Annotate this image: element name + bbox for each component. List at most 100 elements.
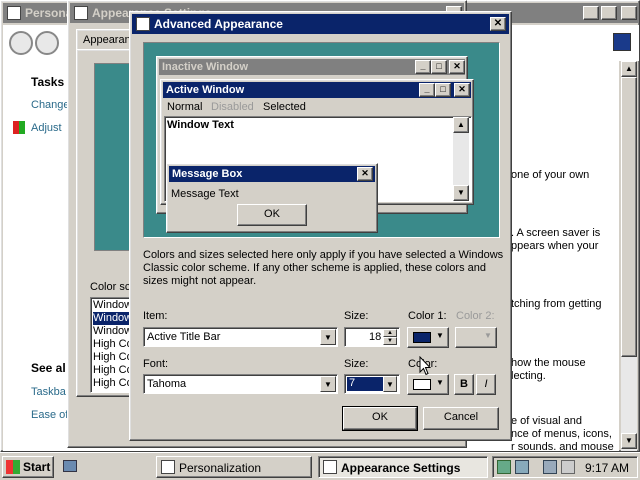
size-label: Size:: [344, 310, 369, 322]
preview-active-titlebar: Active Window _ □ ✕: [163, 82, 471, 98]
close-button[interactable]: ✕: [621, 6, 637, 20]
minimize-button[interactable]: _: [583, 6, 599, 20]
chevron-down-icon: ▼: [436, 378, 444, 387]
chevron-down-icon: ▼: [484, 331, 492, 340]
start-button[interactable]: Start: [2, 456, 54, 478]
desc-4: tching from getting: [511, 298, 602, 310]
list-item[interactable]: High Co: [93, 338, 133, 351]
taskbar-item-appearance-settings[interactable]: Appearance Settings: [318, 456, 488, 478]
desc-6: lecting.: [511, 370, 546, 382]
font-size-label: Size:: [344, 358, 369, 370]
maximize-button[interactable]: □: [601, 6, 617, 20]
preview-msgbox-titlebar: Message Box ✕: [169, 166, 375, 182]
preview-inactive-titlebar: Inactive Window _ □ ✕: [159, 59, 465, 75]
preview-ok-button: OK: [237, 204, 307, 226]
desc-1: one of your own: [511, 169, 590, 181]
desc-3: ppears when your: [511, 240, 599, 252]
italic-button[interactable]: I: [476, 374, 496, 395]
chevron-down-icon: ▼: [436, 331, 444, 340]
scroll-thumb[interactable]: [621, 77, 637, 357]
change-link[interactable]: Change: [31, 99, 70, 111]
maximize-icon: □: [431, 60, 447, 74]
tasks-heading: Tasks: [31, 75, 65, 89]
see-also-heading: See al: [31, 361, 66, 375]
list-item[interactable]: High Co: [93, 351, 133, 364]
system-tray: 9:17 AM: [492, 456, 638, 478]
font-select[interactable]: Tahoma ▼: [143, 374, 338, 394]
security-icon[interactable]: [497, 460, 511, 474]
info-text-1: Colors and sizes selected here only appl…: [143, 249, 504, 261]
taskbar-link[interactable]: Taskba: [31, 386, 66, 398]
size-stepper[interactable]: 18 ▲ ▼: [344, 327, 400, 347]
font-color-picker[interactable]: ▼: [407, 374, 449, 395]
windows-logo-icon: [6, 460, 20, 474]
color2-picker: ▼: [455, 327, 497, 348]
network-error-icon[interactable]: [543, 460, 557, 474]
advanced-appearance-dialog: Advanced Appearance ✕ Inactive Window _ …: [129, 11, 512, 441]
clock[interactable]: 9:17 AM: [585, 461, 629, 475]
item-label: Item:: [143, 310, 168, 322]
menu-selected: Selected: [263, 101, 306, 113]
taskbar: Start Personalization Appearance Setting…: [0, 452, 640, 480]
cancel-button[interactable]: Cancel: [423, 407, 499, 430]
mouse-cursor-icon: [419, 356, 431, 376]
scroll-down-icon: ▼: [453, 185, 469, 201]
adjust-link[interactable]: Adjust: [31, 122, 62, 134]
window-icon: [161, 460, 175, 474]
desc-5: how the mouse: [511, 357, 586, 369]
info-text-3: sizes might not appear.: [143, 275, 257, 287]
close-icon: ✕: [357, 167, 373, 181]
window-icon: [323, 460, 337, 474]
preview-pane[interactable]: Inactive Window _ □ ✕ Active Window _ □ …: [143, 42, 500, 238]
search-icon[interactable]: [613, 33, 631, 51]
stepper-up-icon[interactable]: ▲: [383, 329, 397, 337]
scrollbar[interactable]: ▲ ▼: [621, 61, 637, 451]
color1-label: Color 1:: [408, 310, 447, 322]
ok-button[interactable]: OK: [342, 406, 418, 431]
color1-picker[interactable]: ▼: [407, 327, 449, 348]
desc-8: nce of menus, icons,: [511, 428, 612, 440]
minimize-icon: _: [415, 60, 431, 74]
network-icon[interactable]: [515, 460, 529, 474]
font-color-swatch: [413, 379, 431, 390]
list-item[interactable]: Window: [93, 325, 132, 338]
menu-normal: Normal: [167, 101, 203, 113]
item-select[interactable]: Active Title Bar ▼: [143, 327, 338, 347]
info-text-2: Classic color scheme. If any other schem…: [143, 262, 486, 274]
close-button[interactable]: ✕: [490, 17, 506, 31]
list-item[interactable]: Window: [93, 299, 132, 312]
desc-7: e of visual and: [511, 415, 582, 427]
chevron-down-icon[interactable]: ▼: [320, 376, 336, 392]
quicklaunch-icon[interactable]: [63, 460, 77, 472]
scroll-up-icon: ▲: [453, 117, 469, 133]
font-size-select[interactable]: 7 ▼: [344, 374, 400, 394]
bold-button[interactable]: B: [454, 374, 474, 395]
desc-9: r sounds, and mouse: [511, 441, 614, 450]
taskbar-item-personalization[interactable]: Personalization: [156, 456, 312, 478]
color2-label: Color 2:: [456, 310, 495, 322]
stepper-down-icon[interactable]: ▼: [383, 337, 397, 345]
ease-link[interactable]: Ease of: [31, 409, 68, 421]
dialog-titlebar[interactable]: Advanced Appearance ✕: [132, 14, 509, 34]
minimize-icon: _: [419, 83, 435, 97]
dialog-title: Advanced Appearance: [154, 17, 283, 31]
scroll-down-button[interactable]: ▼: [621, 433, 637, 449]
personalization-title: Persona: [25, 6, 73, 20]
preview-message-box: Message Box ✕ Message Text OK: [166, 163, 378, 233]
shield-icon: [13, 121, 25, 134]
chevron-down-icon[interactable]: ▼: [320, 329, 336, 345]
color-scheme-label: Color sc: [90, 281, 131, 293]
preview-msgbox-text: Message Text: [171, 188, 239, 200]
font-label: Font:: [143, 358, 169, 370]
forward-icon[interactable]: [35, 31, 59, 55]
list-item[interactable]: High Co: [93, 377, 133, 390]
color1-swatch: [413, 332, 431, 343]
close-icon: ✕: [454, 83, 470, 97]
back-icon[interactable]: [9, 31, 33, 55]
chevron-down-icon[interactable]: ▼: [383, 376, 397, 392]
window-icon: [136, 17, 150, 31]
window-icon: [74, 6, 88, 20]
scroll-up-button[interactable]: ▲: [621, 61, 637, 77]
volume-icon[interactable]: [561, 460, 575, 474]
list-item[interactable]: High Co: [93, 364, 133, 377]
